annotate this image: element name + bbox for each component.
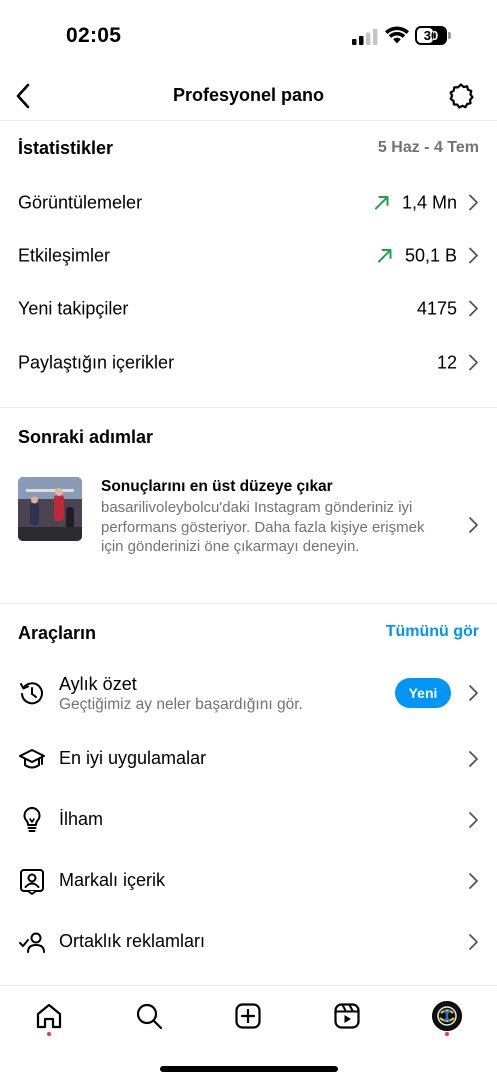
create-icon [235, 1003, 261, 1029]
section-divider [0, 407, 497, 408]
tab-profile[interactable] [427, 996, 467, 1036]
new-badge: Yeni [395, 677, 451, 708]
chevron-right-icon [469, 300, 478, 317]
stat-row-shared-content[interactable]: Paylaştığın içerikler 12 [0, 336, 497, 389]
tool-best-practices[interactable]: En iyi uygulamalar [0, 728, 497, 789]
stat-label: Görüntülemeler [18, 192, 143, 212]
tool-label: Ortaklık reklamları [59, 931, 206, 951]
partnership-icon [19, 932, 45, 953]
tool-partnership-ads[interactable]: Ortaklık reklamları [0, 911, 497, 972]
tool-inspiration[interactable]: İlham [0, 789, 497, 850]
section-divider [0, 603, 497, 604]
settings-button[interactable] [445, 80, 477, 112]
tab-bar [0, 986, 497, 1046]
cellular-signal-icon [352, 29, 378, 45]
chevron-right-icon [469, 811, 478, 828]
tab-search[interactable] [129, 996, 169, 1036]
nav-header: Profesyonel pano [0, 74, 497, 120]
history-icon [20, 681, 43, 704]
profile-avatar [432, 1001, 462, 1031]
chevron-right-icon [469, 194, 478, 211]
notification-dot [445, 1032, 449, 1036]
tool-monthly-summary[interactable]: Aylık özet Geçtiğimiz ay neler başardığı… [0, 662, 497, 723]
chevron-right-icon [469, 517, 478, 533]
stat-value: 4175 [416, 298, 457, 318]
reels-icon [334, 1003, 360, 1029]
next-step-description: basarilivoleybolcu'daki Instagram gönder… [101, 499, 425, 555]
wifi-icon [385, 26, 409, 44]
home-icon [36, 1003, 62, 1029]
tool-label: En iyi uygulamalar [59, 748, 207, 768]
chevron-right-icon [469, 933, 478, 950]
tab-create[interactable] [228, 996, 268, 1036]
lightbulb-icon [23, 806, 41, 832]
see-all-link[interactable]: Tümünü gör [386, 623, 479, 641]
tool-label: Markalı içerik [59, 870, 166, 890]
post-thumbnail-image [18, 477, 82, 541]
post-thumbnail [18, 477, 82, 541]
tool-label: İlham [59, 809, 104, 829]
trend-up-icon [377, 249, 392, 263]
status-time: 02:05 [66, 24, 122, 47]
page-title: Profesyonel pano [172, 85, 325, 105]
graduation-cap-icon [19, 748, 45, 768]
stat-label: Yeni takipçiler [18, 298, 129, 318]
next-steps-title: Sonraki adımlar [18, 427, 154, 447]
tab-home[interactable] [29, 996, 69, 1036]
tool-subtitle: Geçtiğimiz ay neler başardığını gör. [59, 696, 303, 713]
stat-value: 1,4 Mn [401, 192, 457, 212]
stat-label: Paylaştığın içerikler [18, 352, 175, 372]
chevron-right-icon [469, 872, 478, 889]
stat-value: 12 [436, 352, 457, 372]
notification-dot [47, 1032, 51, 1036]
stats-section-title: İstatistikler [18, 138, 114, 158]
avatar-image [437, 1006, 457, 1026]
chevron-right-icon [469, 354, 478, 371]
trend-up-icon [374, 196, 389, 210]
tab-reels[interactable] [327, 996, 367, 1036]
chevron-right-icon [469, 750, 478, 767]
stat-row-interactions[interactable]: Etkileşimler 50,1 B [0, 229, 497, 282]
search-icon [136, 1003, 163, 1030]
gear-icon [449, 83, 474, 109]
next-step-title: Sonuçlarını en üst düzeye çıkar [101, 478, 333, 495]
stat-value: 50,1 B [404, 245, 457, 265]
tool-branded-content[interactable]: Markalı içerik [0, 850, 497, 911]
header-divider [0, 120, 497, 121]
stat-row-new-followers[interactable]: Yeni takipçiler 4175 [0, 282, 497, 335]
next-step-card[interactable]: Sonuçlarını en üst düzeye çıkar basarili… [0, 470, 497, 580]
battery-level: 30 [423, 28, 439, 43]
stat-label: Etkileşimler [18, 245, 111, 265]
branded-content-icon [20, 868, 44, 895]
chevron-right-icon [469, 247, 478, 264]
date-range[interactable]: 5 Haz - 4 Tem [378, 139, 479, 157]
home-indicator [160, 1066, 338, 1072]
battery-indicator: 30 [415, 26, 451, 45]
chevron-right-icon [469, 684, 478, 701]
stat-row-views[interactable]: Görüntülemeler 1,4 Mn [0, 176, 497, 229]
status-bar: 02:05 30 [0, 0, 497, 74]
tool-label: Aylık özet [59, 674, 137, 694]
tools-section-title: Araçların [18, 623, 97, 643]
